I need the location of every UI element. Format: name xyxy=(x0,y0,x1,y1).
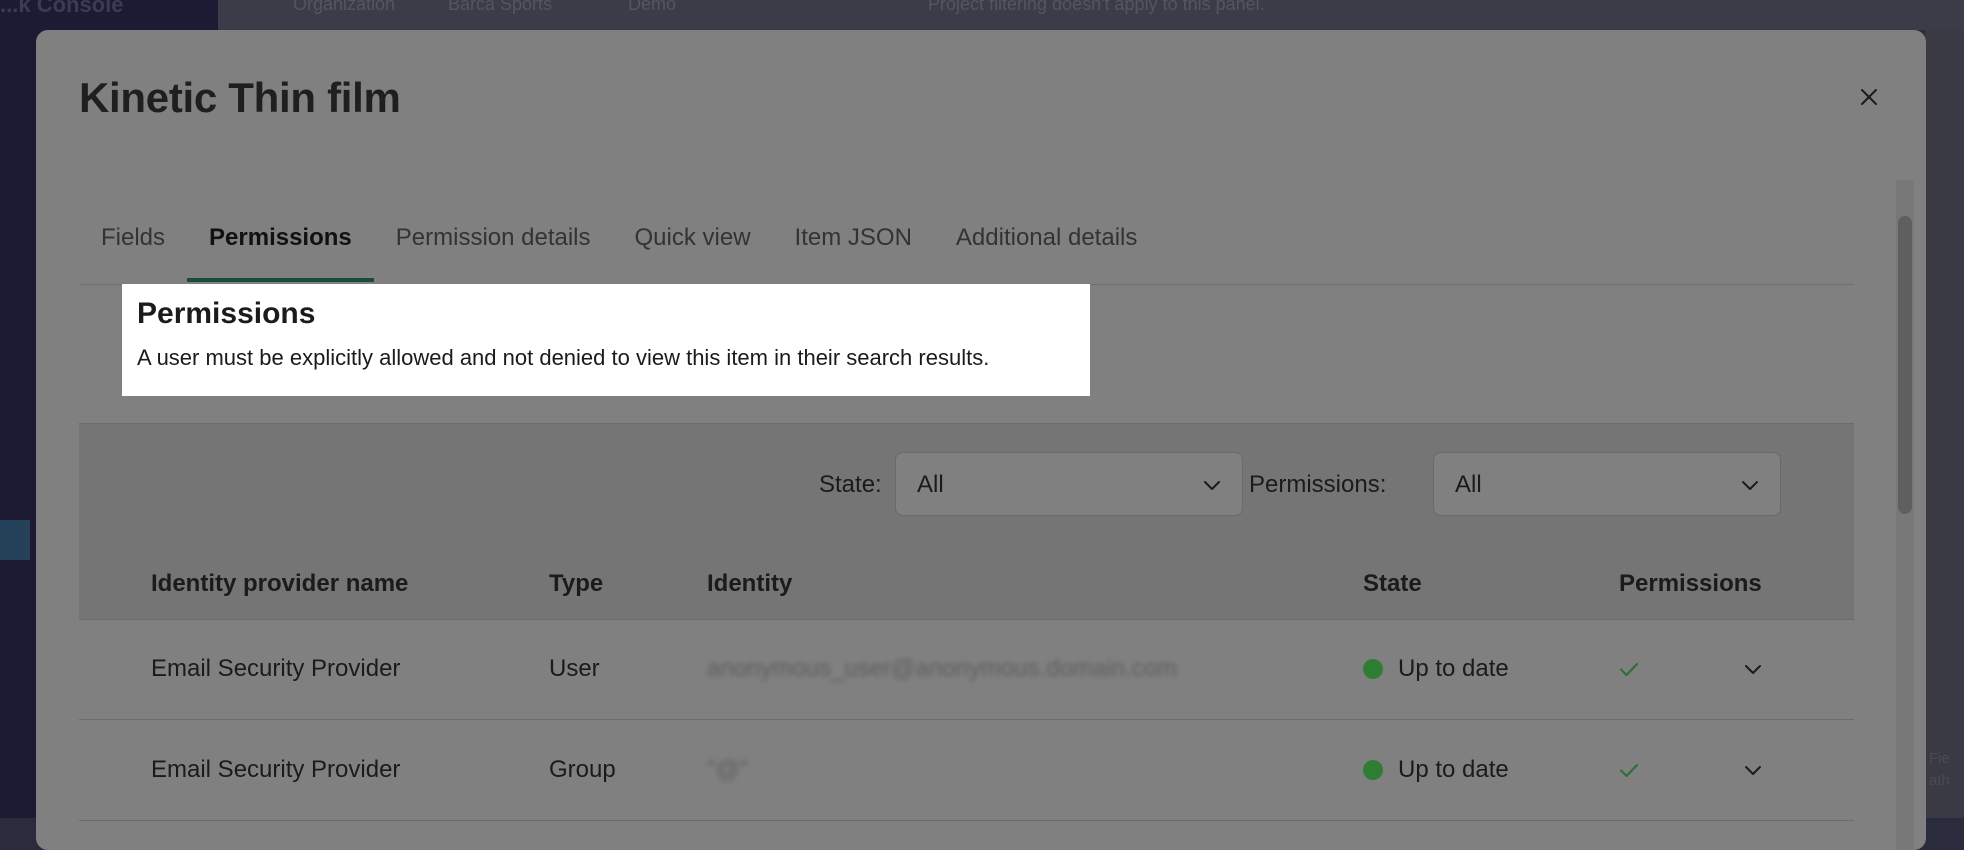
table-row[interactable]: Email Security Provider Group "@" Up to … xyxy=(79,720,1854,821)
right-fragment-2: ath xyxy=(1929,772,1950,789)
permissions-info-box: Permissions A user must be explicitly al… xyxy=(122,284,1090,396)
app-brand: ...k Console xyxy=(0,0,124,17)
col-state[interactable]: State xyxy=(1363,570,1422,598)
item-details-modal: Kinetic Thin film Fields Permissions Per… xyxy=(36,30,1926,850)
sidebar-highlight xyxy=(0,520,30,560)
modal-title: Kinetic Thin film xyxy=(79,74,401,121)
table-row[interactable]: Email Security Provider User anonymous_u… xyxy=(79,619,1854,720)
modal-scrollbar[interactable] xyxy=(1896,180,1914,850)
col-identity[interactable]: Identity xyxy=(707,570,792,598)
col-permissions[interactable]: Permissions xyxy=(1619,570,1762,598)
org-label: Organization xyxy=(293,0,396,14)
status-dot xyxy=(1363,659,1383,679)
tab-quick-view[interactable]: Quick view xyxy=(613,202,773,282)
col-type[interactable]: Type xyxy=(549,570,603,598)
chevron-down-icon xyxy=(1742,481,1758,490)
expand-row-chevron-icon[interactable] xyxy=(1741,758,1765,782)
close-icon xyxy=(1861,89,1877,105)
info-text: A user must be explicitly allowed and no… xyxy=(137,345,990,370)
org-value: Barca Sports xyxy=(448,0,553,14)
state-cell: Up to date xyxy=(1398,756,1509,783)
type-cell: User xyxy=(549,655,600,682)
tab-additional-details[interactable]: Additional details xyxy=(934,202,1159,282)
app-topbar: Organization Barca Sports Demo Project f… xyxy=(218,0,1964,30)
table-header: Identity provider name Type Identity Sta… xyxy=(79,547,1854,620)
state-filter-label: State: xyxy=(819,471,882,498)
identity-cell: anonymous_user@anonymous.domain.com xyxy=(707,655,1177,682)
type-cell: Group xyxy=(549,756,616,783)
check-icon xyxy=(1620,764,1638,777)
status-dot xyxy=(1363,760,1383,780)
state-cell: Up to date xyxy=(1398,655,1509,682)
provider-cell: Email Security Provider xyxy=(151,756,401,783)
provider-cell: Email Security Provider xyxy=(151,655,401,682)
tab-item-json[interactable]: Item JSON xyxy=(773,202,934,282)
state-filter-select[interactable]: All xyxy=(895,452,1243,516)
right-fragment-1: Fie xyxy=(1929,750,1950,767)
tab-permission-details[interactable]: Permission details xyxy=(374,202,613,282)
identity-cell: "@" xyxy=(707,756,749,783)
env-value: Demo xyxy=(628,0,677,14)
topbar-notice: Project filtering doesn't apply to this … xyxy=(928,0,1265,14)
permissions-filter-select[interactable]: All xyxy=(1433,452,1781,516)
scrollbar-thumb[interactable] xyxy=(1898,216,1912,514)
expand-row-chevron-icon[interactable] xyxy=(1741,657,1765,681)
close-button[interactable] xyxy=(1854,82,1884,112)
permissions-filter-label: Permissions: xyxy=(1249,471,1387,498)
tab-permissions[interactable]: Permissions xyxy=(187,202,374,282)
info-heading: Permissions xyxy=(137,297,316,330)
filter-bar: State: All Permissions: All xyxy=(79,423,1854,548)
tab-fields[interactable]: Fields xyxy=(79,202,187,282)
tab-bar: Fields Permissions Permission details Qu… xyxy=(79,202,1854,285)
check-icon xyxy=(1620,663,1638,676)
chevron-down-icon xyxy=(1204,481,1220,490)
state-filter-value: All xyxy=(917,471,944,498)
permissions-filter-value: All xyxy=(1455,471,1482,498)
col-identity-provider[interactable]: Identity provider name xyxy=(151,570,408,598)
app-right-panel: Fie ath xyxy=(1925,30,1964,818)
